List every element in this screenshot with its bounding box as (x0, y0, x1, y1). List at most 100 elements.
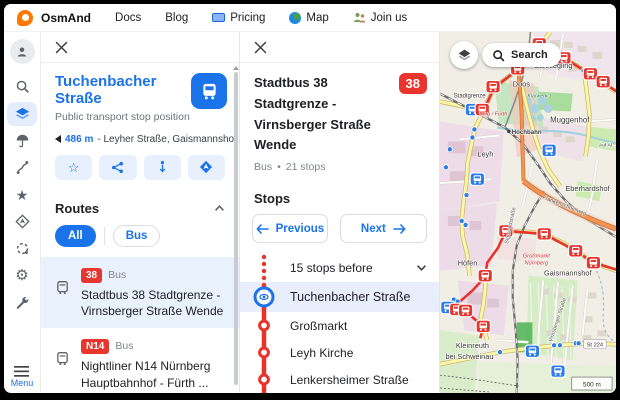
map-label-muggenhof: Muggenhof (550, 115, 590, 124)
map-label-auf-al: Auf Al... (599, 142, 616, 148)
stop-row[interactable]: Lenkersheimer Straße (240, 366, 439, 393)
track-recorder-button[interactable] (7, 235, 37, 262)
nav-map[interactable]: Map (289, 12, 328, 24)
tools-button[interactable] (7, 289, 37, 316)
map-layers-button[interactable] (450, 41, 478, 69)
filter-all-chip[interactable]: All (55, 225, 96, 247)
map-label-klaerwerk: Klärwerk 1 (528, 94, 552, 100)
wrench-icon (15, 295, 30, 310)
star-outline-icon: ☆ (68, 161, 80, 174)
route-filters: All Bus (41, 225, 239, 257)
brand[interactable]: OsmAnd (17, 10, 91, 26)
menu-button[interactable]: Menu (11, 366, 34, 393)
navigate-button[interactable] (188, 155, 225, 180)
point-to-point-icon (156, 160, 169, 174)
chevron-down-icon (416, 264, 427, 272)
bus-outline-icon (55, 265, 73, 321)
close-icon[interactable] (252, 39, 268, 55)
distance-row: 486 m - Leyher Straße, Gaismannshof (41, 123, 239, 145)
route-name: Stadtbus 38 Stadtgrenze - Virnsberger St… (81, 287, 225, 321)
navigation-diamond-icon (15, 214, 30, 229)
bus-stop-marker-blue (470, 173, 484, 186)
brand-name: OsmAnd (41, 11, 91, 25)
stop-title: Tuchenbacher Straße (55, 73, 191, 108)
bus-stop-marker-red (476, 320, 490, 333)
nav-pricing[interactable]: Pricing (212, 12, 265, 24)
app-window: OsmAnd Docs Blog Pricing Map Join us (4, 4, 616, 393)
route-panel: Stadtbus 38 Stadtgrenze - Virnsberger St… (240, 32, 440, 393)
distance-value: 486 m (65, 134, 93, 145)
share-icon (111, 161, 124, 174)
bus-outline-icon (55, 336, 73, 392)
top-nav: OsmAnd Docs Blog Pricing Map Join us (4, 4, 616, 32)
route-title-block: Stadtbus 38 Stadtgrenze - Virnsberger St… (240, 63, 439, 156)
map-label-schweinau: bei Schweinau (446, 352, 494, 361)
stops-list: 15 stops before Tuchenbacher Straße Groß… (240, 254, 439, 393)
stop-panel-header (41, 32, 239, 63)
icon-rail: ★ ⚙ (4, 32, 41, 393)
route-meta: Bus • 21 stops (240, 156, 439, 182)
layers-icon (14, 106, 31, 122)
stop-row[interactable]: Leyh Kirche (240, 339, 439, 366)
bus-stop-marker-red (478, 269, 492, 282)
map-label-grossmarkt-2: Nürnberg (525, 261, 550, 267)
stop-title-block: Tuchenbacher Straße Public transport sto… (41, 63, 239, 123)
map-label-st224: St 224 (587, 342, 604, 348)
nav-docs[interactable]: Docs (115, 12, 141, 24)
routes-section-header[interactable]: Routes (41, 192, 239, 225)
search-icon (492, 49, 505, 62)
next-button[interactable]: Next (340, 214, 427, 243)
current-stop-row[interactable]: Tuchenbacher Straße (240, 282, 439, 312)
bus-stop-marker-red (596, 75, 610, 88)
bus-stop-marker-red (458, 304, 472, 317)
people-icon (353, 12, 366, 24)
map-label-hoefen: Höfen (458, 259, 478, 268)
stops-before-row[interactable]: 15 stops before (240, 254, 439, 282)
favorite-button[interactable]: ☆ (55, 155, 92, 180)
route-badge: N14 (81, 339, 109, 354)
chip-divider (104, 227, 105, 245)
settings-button[interactable]: ⚙ (7, 262, 37, 289)
record-loop-icon (15, 241, 30, 256)
scroll-up-arrow[interactable] (233, 66, 239, 70)
arrow-right-icon (393, 224, 406, 234)
route-name: Nightliner N14 Nürnberg Hauptbahnhof - F… (81, 358, 225, 392)
bus-stop-marker-red (486, 80, 500, 93)
map-canvas[interactable]: Stadtgrenze Doos Schniegling Muggenhof K… (440, 32, 616, 393)
favorites-button[interactable]: ★ (7, 181, 37, 208)
map-search-button[interactable]: Search (482, 43, 561, 67)
chevron-up-icon (214, 204, 225, 212)
hamburger-icon (14, 366, 29, 377)
gear-icon: ⚙ (15, 268, 28, 283)
route-item-38[interactable]: 38Bus Stadtbus 38 Stadtgrenze - Virnsber… (41, 257, 239, 329)
previous-button[interactable]: Previous (252, 214, 328, 243)
close-icon[interactable] (53, 39, 69, 55)
nav-blog[interactable]: Blog (165, 12, 188, 24)
weather-button[interactable] (7, 127, 37, 154)
stop-row[interactable]: Großmarkt (240, 312, 439, 339)
account-button[interactable] (10, 39, 35, 64)
osmand-logo-icon (17, 10, 33, 26)
nav-join-us[interactable]: Join us (353, 12, 407, 24)
stop-panel: Tuchenbacher Straße Public transport sto… (41, 32, 240, 393)
scrollbar-thumb[interactable] (234, 72, 238, 385)
layers-button[interactable] (7, 102, 37, 126)
map-label-hochbahn: Hochbahn (512, 129, 542, 136)
filter-bus-chip[interactable]: Bus (113, 225, 161, 247)
stop-subtitle: Public transport stop position (55, 111, 191, 123)
route-item-n14[interactable]: N14Bus Nightliner N14 Nürnberg Hauptbahn… (41, 328, 239, 393)
navigation-button[interactable] (7, 208, 37, 235)
map-container: Stadtgrenze Doos Schniegling Muggenhof K… (440, 32, 616, 393)
bus-stop-marker-blue (542, 144, 556, 157)
road-ref-badge: St 224 (584, 339, 607, 348)
measure-button[interactable] (144, 155, 181, 180)
menu-label: Menu (11, 378, 34, 388)
transport-type-tile (191, 73, 227, 109)
map-label-eberhardshof: Eberhardshof (565, 184, 610, 193)
routes-button[interactable] (7, 154, 37, 181)
share-button[interactable] (99, 155, 136, 180)
route-type: Bus (254, 161, 272, 173)
search-button[interactable] (7, 73, 37, 100)
scale-label: 500 m (583, 382, 601, 389)
scrollbar[interactable] (233, 66, 238, 389)
